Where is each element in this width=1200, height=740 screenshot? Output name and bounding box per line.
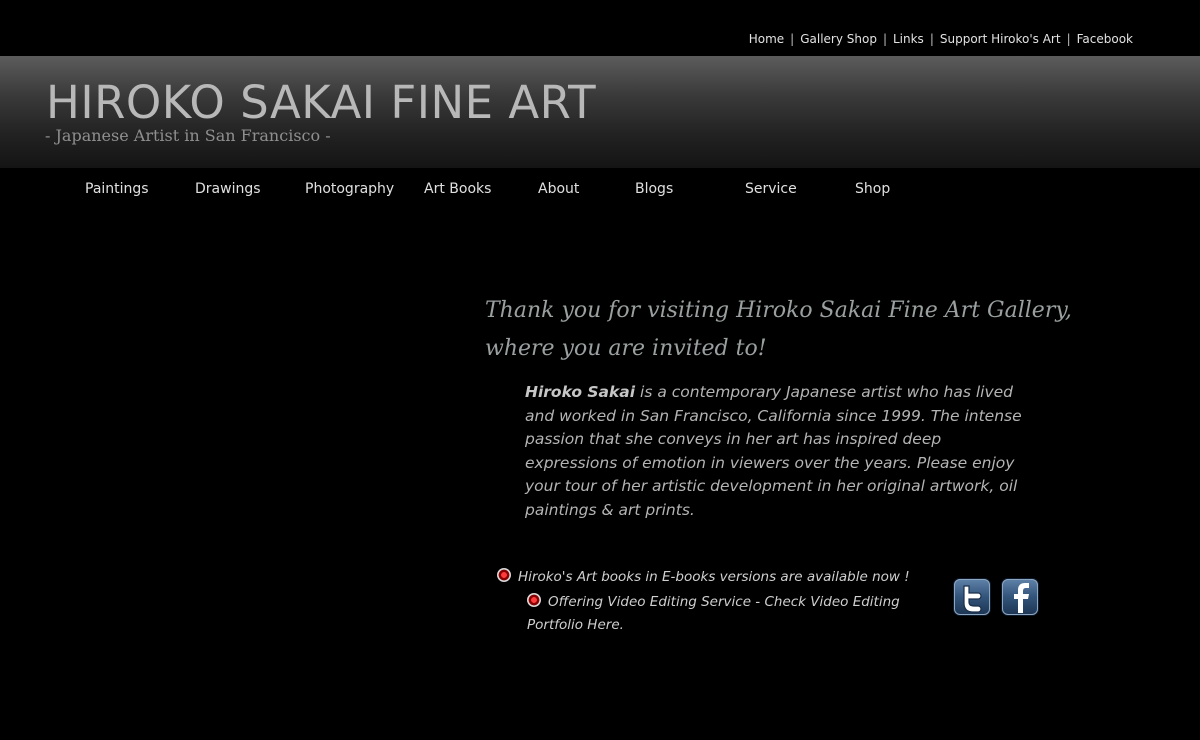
top-utility-nav: Home | Gallery Shop | Links | Support Hiroko's… bbox=[749, 32, 1133, 46]
top-nav-separator: | bbox=[790, 32, 795, 46]
top-nav-support-link[interactable]: Support Hiroko's Art bbox=[940, 32, 1061, 46]
site-title[interactable]: HIROKO SAKAI FINE ART bbox=[46, 76, 596, 129]
nav-item-service[interactable]: Service bbox=[745, 181, 797, 197]
nav-item-photography[interactable]: Photography bbox=[305, 181, 394, 197]
facebook-icon[interactable] bbox=[1002, 579, 1038, 615]
top-nav-separator: | bbox=[1066, 32, 1071, 46]
top-nav-facebook-link[interactable]: Facebook bbox=[1077, 32, 1133, 46]
news-item-ebooks[interactable]: Hiroko's Art books in E-books versions a… bbox=[518, 566, 938, 589]
news-bullet-icon bbox=[497, 568, 511, 582]
welcome-heading: Thank you for visiting Hiroko Sakai Fine… bbox=[485, 292, 1085, 368]
twitter-icon[interactable] bbox=[954, 579, 990, 615]
welcome-line: where you are invited to! bbox=[485, 336, 767, 361]
nav-item-shop[interactable]: Shop bbox=[855, 181, 890, 197]
top-nav-separator: | bbox=[929, 32, 934, 46]
page: Home | Gallery Shop | Links | Support Hiroko's… bbox=[0, 0, 1200, 740]
nav-item-about[interactable]: About bbox=[538, 181, 579, 197]
top-nav-gallery-shop-link[interactable]: Gallery Shop bbox=[800, 32, 877, 46]
news-item-video-editing[interactable]: Offering Video Editing Service - Check V… bbox=[527, 591, 922, 637]
nav-item-paintings[interactable]: Paintings bbox=[85, 181, 149, 197]
header-banner: HIROKO SAKAI FINE ART - Japanese Artist … bbox=[0, 56, 1200, 168]
site-tagline: - Japanese Artist in San Francisco - bbox=[45, 126, 331, 145]
intro-paragraph: Hiroko Sakai is a contemporary Japanese … bbox=[525, 381, 1030, 522]
intro-text: is a contemporary Japanese artist who ha… bbox=[525, 383, 1022, 519]
nav-item-art-books[interactable]: Art Books bbox=[424, 181, 491, 197]
welcome-line: Thank you for visiting Hiroko Sakai Fine… bbox=[485, 298, 1072, 323]
artist-name: Hiroko Sakai bbox=[525, 383, 636, 401]
top-nav-separator: | bbox=[882, 32, 887, 46]
main-nav: Paintings Drawings Photography Art Books… bbox=[0, 181, 1200, 201]
nav-item-drawings[interactable]: Drawings bbox=[195, 181, 261, 197]
top-nav-home-link[interactable]: Home bbox=[749, 32, 784, 46]
top-nav-links-link[interactable]: Links bbox=[893, 32, 924, 46]
nav-item-blogs[interactable]: Blogs bbox=[635, 181, 673, 197]
